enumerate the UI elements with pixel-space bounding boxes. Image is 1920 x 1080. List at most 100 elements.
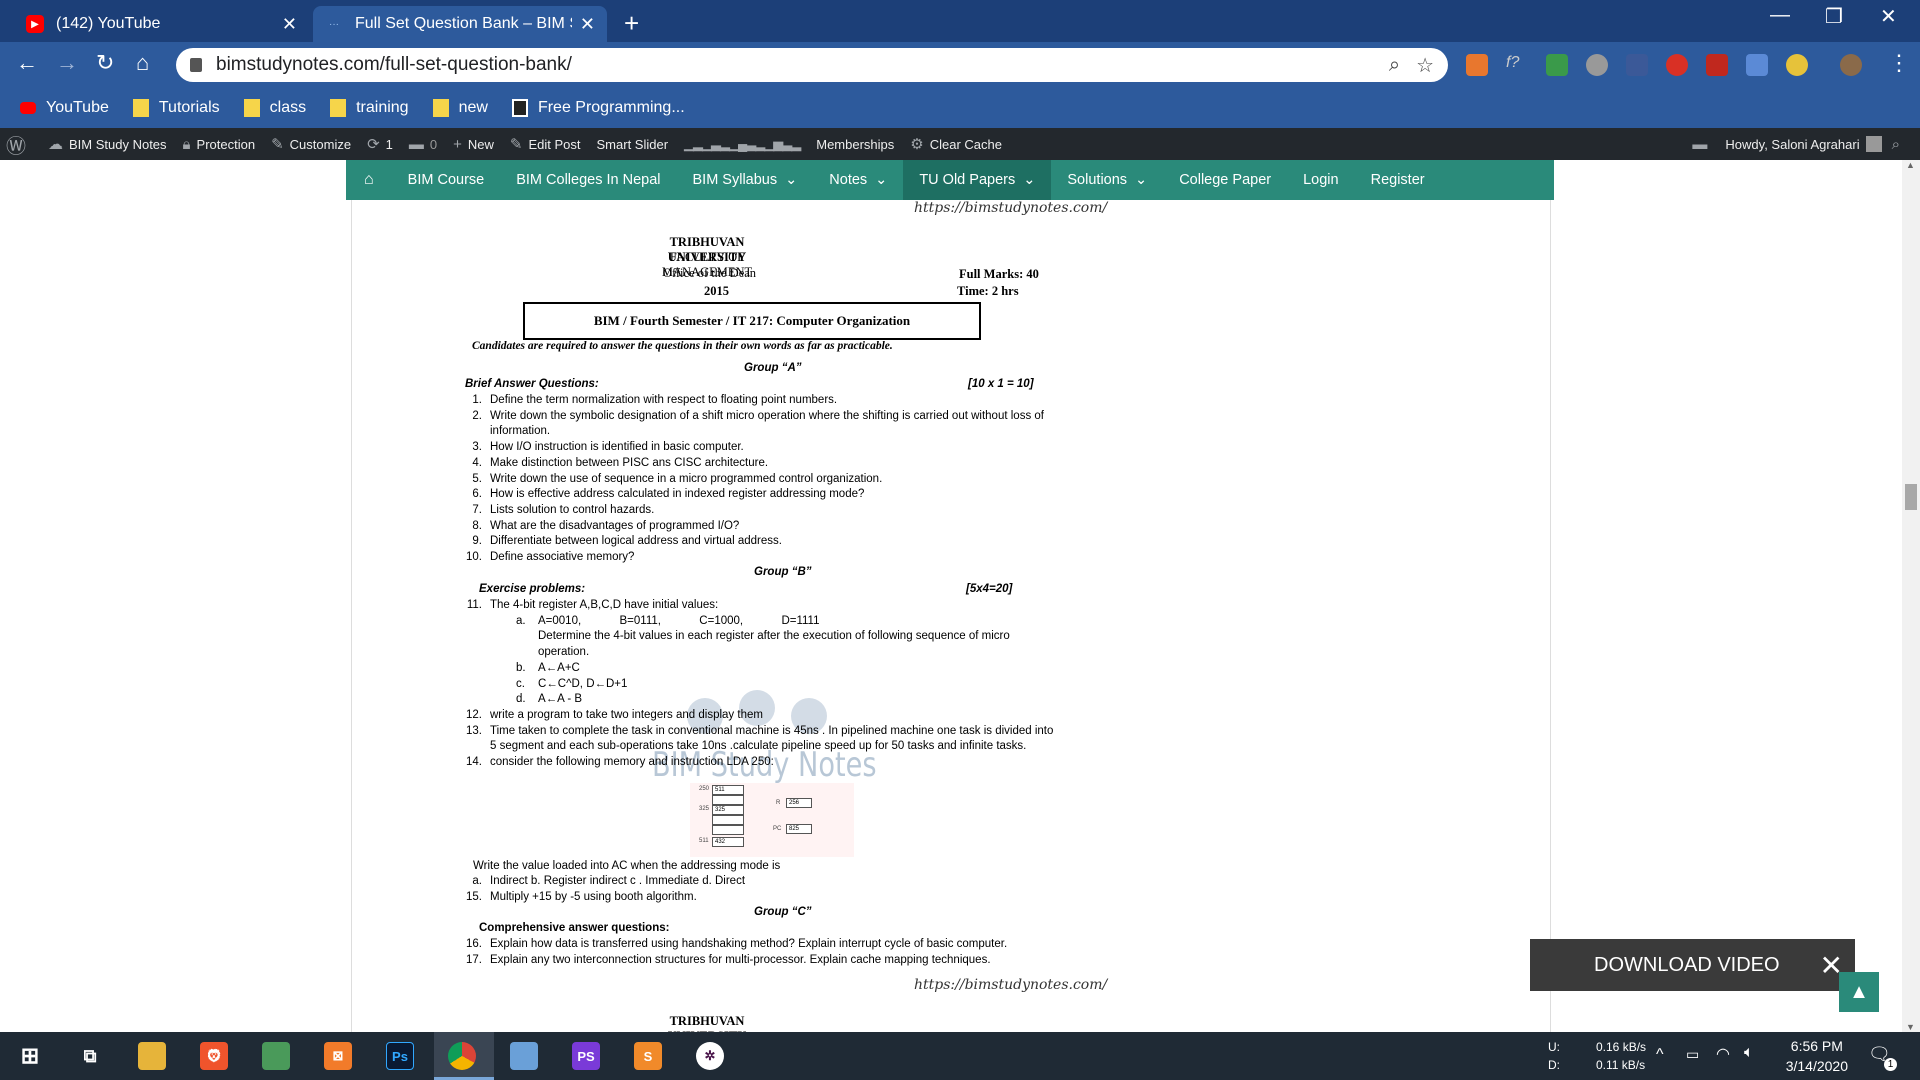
plus-icon: + [453,135,462,153]
exercise-label: Exercise problems: [479,583,586,595]
wp-edit-post[interactable]: ✎ Edit Post [510,135,581,153]
wp-site-name[interactable]: ☁ BIM Study Notes [48,135,167,153]
zoom-icon[interactable]: ⌕ [1389,54,1400,77]
search-icon[interactable]: ⌕ [1892,136,1900,153]
minimize-button[interactable]: — [1770,4,1790,27]
menu-icon[interactable]: ⋮ [1888,50,1910,76]
bookmark-class[interactable]: class [243,99,306,117]
chat-icon[interactable]: ▬ [1692,136,1707,153]
nav-login[interactable]: Login [1287,160,1354,200]
download-video-overlay[interactable]: DOWNLOAD VIDEO ✕ [1530,939,1855,991]
system-clock[interactable]: 6:56 PM 3/14/2020 [1786,1036,1848,1076]
extension-icon[interactable] [1666,54,1688,76]
list-item: 13. Time taken to complete the task in co… [466,724,1054,737]
bookmarks-bar: YouTube Tutorials class training new Fre… [0,88,1920,128]
bookmark-tutorials[interactable]: Tutorials [132,99,220,117]
tab-bimstudynotes[interactable]: ··· Full Set Question Bank – BIM Stu ✕ [313,6,607,42]
page-scrollbar[interactable]: ▲ ▼ [1902,160,1920,1032]
phpstorm-icon[interactable]: PS [572,1042,600,1070]
extension-icon[interactable] [1546,54,1568,76]
tab-title: (142) YouTube [56,15,161,32]
photo-app-icon[interactable] [262,1042,290,1070]
nav-bim-colleges[interactable]: BIM Colleges In Nepal [500,160,676,200]
url-text[interactable]: bimstudynotes.com/full-set-question-bank… [216,54,1373,76]
pdf-icon[interactable] [1706,54,1728,76]
list-item: 7. Lists solution to control hazards. [472,503,655,516]
scroll-down-arrow[interactable]: ▼ [1906,1022,1915,1032]
group-c-heading: Group “C” [754,906,812,918]
list-item: 9. Differentiate between logical address … [472,535,782,548]
wp-memberships[interactable]: Memberships [816,137,894,152]
nav-college-paper[interactable]: College Paper [1163,160,1287,200]
list-item: 12. write a program to take two integers … [466,708,763,721]
close-icon[interactable]: ✕ [580,14,595,35]
facebook-icon[interactable] [1626,54,1648,76]
youtube-icon [20,102,36,114]
instruction: Candidates are required to answer the qu… [472,340,893,352]
clock-date: 3/14/2020 [1785,1058,1848,1074]
battery-icon[interactable]: ▭ [1686,1046,1699,1063]
scroll-up-arrow[interactable]: ▲ [1906,160,1915,170]
avatar[interactable] [1840,54,1862,76]
close-window-button[interactable]: ✕ [1880,4,1897,29]
volume-icon[interactable]: 🔈︎ [1744,1044,1754,1062]
virtualbox-icon[interactable] [510,1042,538,1070]
wp-updates[interactable]: ⟳ 1 [367,135,393,153]
list-item: 1. Define the term normalization with res… [472,394,838,406]
restore-button[interactable]: ❐ [1825,4,1843,29]
star-icon[interactable]: ☆ [1416,53,1434,78]
extension-icon[interactable]: f? [1506,54,1528,76]
wp-comments[interactable]: ▬ 0 [409,136,437,153]
wifi-icon[interactable]: ◠ [1716,1044,1730,1064]
home-icon[interactable]: ⌂ [346,160,392,200]
file-explorer-icon[interactable] [138,1042,166,1070]
bookmark-free-programming[interactable]: Free Programming... [511,99,685,117]
nav-solutions[interactable]: Solutions ⌄ [1051,160,1163,200]
forward-button[interactable]: → [56,50,78,76]
close-icon[interactable]: ✕ [282,14,297,35]
new-tab-button[interactable]: + [624,8,639,39]
list-item: c. C←C^D, D←D+1 [516,677,628,690]
wp-smart-slider[interactable]: Smart Slider [597,137,669,152]
download-video-button[interactable]: DOWNLOAD VIDEO [1594,954,1780,977]
scrollbar-thumb[interactable] [1905,484,1917,510]
extension-icon[interactable] [1586,54,1608,76]
tray-chevron-icon[interactable]: ^ [1656,1046,1664,1064]
task-view-icon[interactable]: ⧉ [76,1042,104,1070]
comment-icon: ▬ [408,135,424,153]
back-to-top-button[interactable]: ▲ [1839,972,1879,1012]
bookmark-training[interactable]: training [330,99,409,117]
list-item: 8. What are the disadvantages of programm… [472,519,740,532]
chrome-icon[interactable] [448,1042,476,1070]
slack-icon[interactable]: ✲ [696,1042,724,1070]
lock-icon[interactable] [190,58,202,72]
brave-browser-icon[interactable]: 🦁︎ [200,1042,228,1070]
sublime-text-icon[interactable]: S [634,1042,662,1070]
nav-bim-syllabus[interactable]: BIM Syllabus ⌄ [677,160,814,200]
photoshop-icon[interactable]: Ps [386,1042,414,1070]
wp-clear-cache[interactable]: ⚙ Clear Cache [910,135,1002,153]
tab-youtube[interactable]: ▶ (142) YouTube ✕ [14,6,309,42]
wp-stats-sparkline[interactable]: ▁▂▁▃▂▁▄▃▂▁▅▃▂ [684,136,801,152]
avatar[interactable] [1865,136,1882,152]
extension-icon[interactable] [1786,54,1808,76]
nav-notes[interactable]: Notes ⌄ [813,160,903,200]
address-bar[interactable]: bimstudynotes.com/full-set-question-bank… [176,48,1448,82]
nav-tu-old-papers[interactable]: TU Old Papers ⌄ [903,160,1052,200]
bookmark-youtube[interactable]: YouTube [20,99,109,117]
xampp-icon[interactable]: ⊠ [324,1042,352,1070]
wordpress-logo[interactable]: Ⓦ [6,130,32,159]
nav-bim-course[interactable]: BIM Course [392,160,501,200]
extension-icon[interactable] [1746,54,1768,76]
wp-howdy[interactable]: Howdy, Saloni Agrahari [1725,137,1859,152]
wp-protection[interactable]: 🔒︎ Protection [183,136,256,153]
wp-customize[interactable]: ✎ Customize [271,135,351,153]
windows-start-icon[interactable]: ⊞ [16,1042,44,1070]
wp-new[interactable]: + New [453,136,494,153]
reload-button[interactable]: ↻ [96,50,114,76]
back-button[interactable]: ← [16,50,38,76]
extension-icon[interactable] [1466,54,1488,76]
home-button[interactable]: ⌂ [136,50,149,76]
nav-register[interactable]: Register [1355,160,1441,200]
bookmark-new[interactable]: new [432,99,488,117]
